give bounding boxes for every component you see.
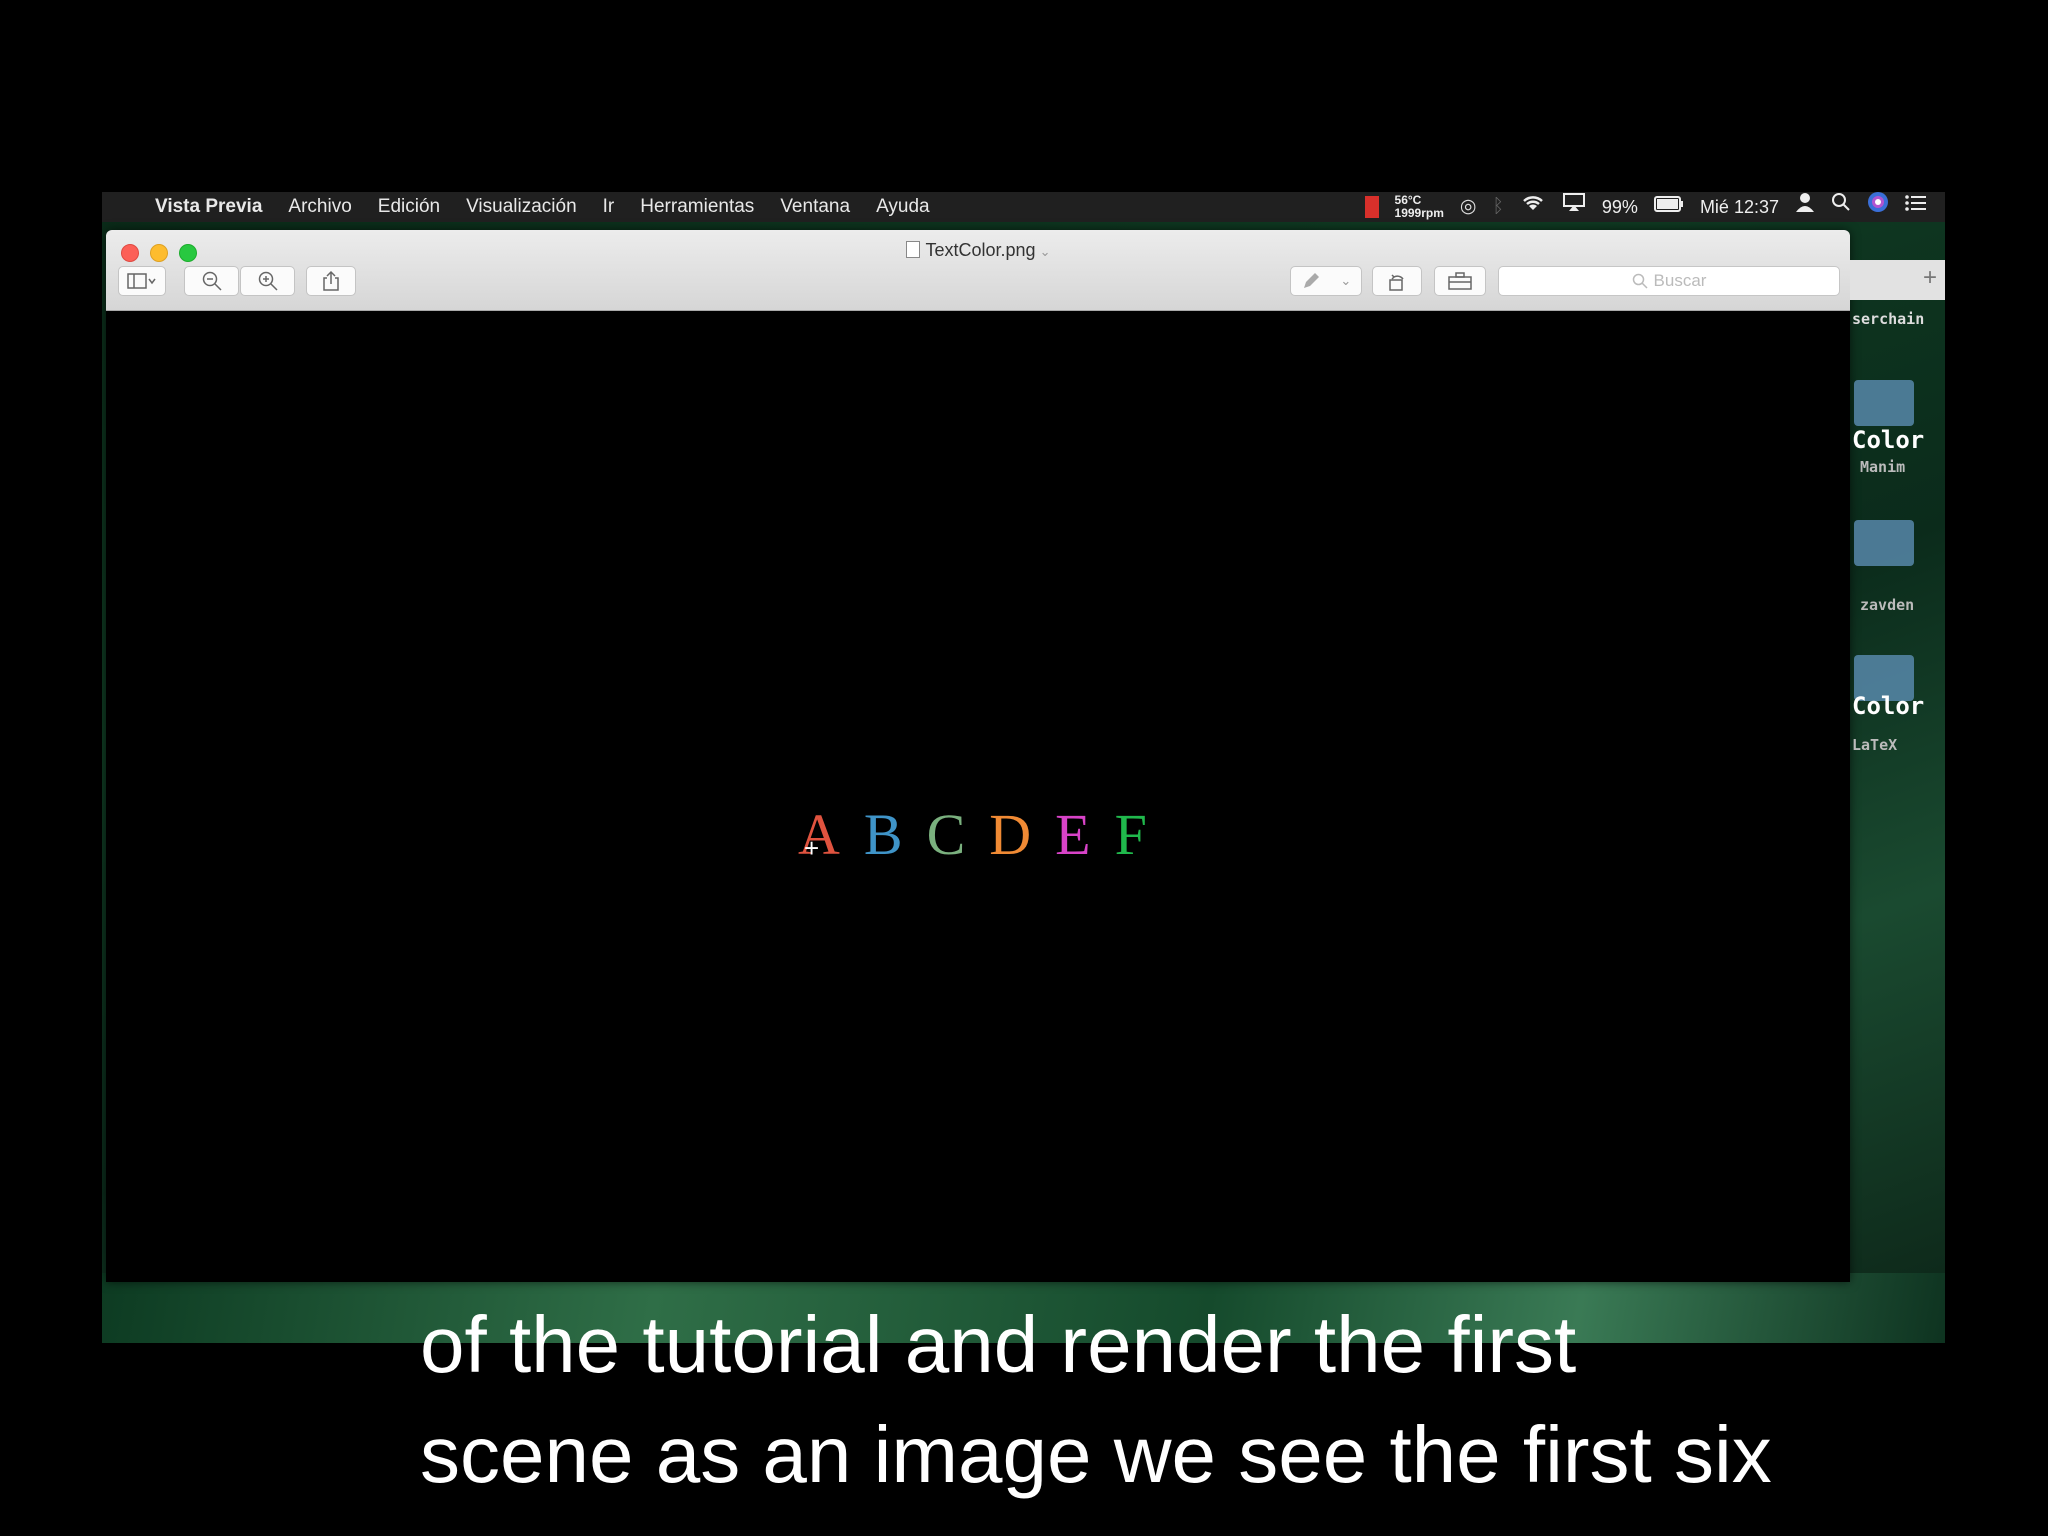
menu-archivo[interactable]: Archivo: [275, 192, 364, 222]
letter-d: D: [989, 802, 1032, 867]
sidebar-icon: [127, 273, 156, 289]
creative-cloud-icon[interactable]: ◎: [1460, 192, 1477, 222]
siri-icon[interactable]: [1867, 192, 1889, 223]
app-menu[interactable]: Vista Previa: [142, 192, 275, 222]
battery-percent[interactable]: 99%: [1602, 197, 1638, 218]
search-field[interactable]: Buscar: [1498, 266, 1840, 296]
desktop-label[interactable]: serchain: [1852, 310, 1924, 328]
menu-herramientas[interactable]: Herramientas: [627, 192, 767, 222]
user-icon[interactable]: [1795, 192, 1815, 222]
rotate-icon: [1389, 274, 1404, 291]
toolbox-button[interactable]: [1434, 266, 1486, 296]
menu-ir[interactable]: Ir: [590, 192, 628, 222]
bluetooth-icon[interactable]: ᛒ: [1493, 192, 1504, 222]
desktop-label[interactable]: Manim: [1860, 458, 1905, 476]
toolbox-icon: [1448, 272, 1472, 290]
zoom-in-button[interactable]: [240, 266, 295, 296]
chevron-down-icon: ⌄: [1039, 244, 1051, 259]
temperature-readout[interactable]: 56°C 1999rpm: [1395, 194, 1444, 220]
airplay-icon[interactable]: [1562, 192, 1586, 222]
rendered-letters: ABCDEF: [798, 801, 1147, 868]
sidebar-toggle-button[interactable]: [118, 266, 166, 296]
letter-e: E: [1055, 802, 1091, 867]
share-icon: [323, 270, 339, 291]
search-icon: [1632, 273, 1648, 289]
zoom-out-button[interactable]: [184, 266, 239, 296]
desktop: Vista Previa Archivo Edición Visualizaci…: [102, 192, 1945, 1343]
menu-edicion[interactable]: Edición: [365, 192, 453, 222]
wifi-icon[interactable]: [1520, 192, 1546, 222]
add-tab-button[interactable]: +: [1850, 260, 1945, 300]
temperature-value: 56°C: [1394, 193, 1422, 207]
desktop-label[interactable]: LaTeX: [1852, 736, 1897, 754]
zoom-in-icon: [258, 271, 278, 291]
status-area: 56°C 1999rpm ◎ ᛒ 99% Mié 12:37: [1364, 192, 1927, 223]
zoom-out-icon: [202, 271, 222, 291]
desktop-label[interactable]: zavden: [1860, 596, 1914, 614]
letter-b: B: [863, 802, 903, 867]
subtitle-line: of the tutorial and render the first: [420, 1300, 1577, 1389]
notification-center-icon[interactable]: [1905, 192, 1927, 222]
subtitle-line: scene as an image we see the first six: [420, 1410, 1772, 1499]
document-icon: [905, 241, 920, 258]
clock[interactable]: Mié 12:37: [1700, 197, 1779, 218]
chevron-down-icon: ⌄: [1340, 273, 1352, 288]
search-placeholder: Buscar: [1653, 271, 1707, 290]
rotate-button[interactable]: [1372, 266, 1422, 296]
markup-pen-button[interactable]: ⌄: [1290, 266, 1362, 296]
menu-ventana[interactable]: Ventana: [767, 192, 863, 222]
share-button[interactable]: [306, 266, 356, 296]
cpu-monitor-icon[interactable]: [1364, 196, 1379, 218]
title-bar: TextColor.png ⌄ ⌄ Buscar: [106, 230, 1850, 311]
menu-visualizacion[interactable]: Visualización: [453, 192, 590, 222]
folder-icon[interactable]: [1854, 520, 1914, 566]
pen-icon: [1303, 273, 1319, 288]
video-subtitles: of the tutorial and render the first sce…: [420, 1290, 1772, 1510]
window-title-text: TextColor.png: [925, 240, 1036, 260]
desktop-label[interactable]: Color: [1852, 692, 1924, 720]
letter-f: F: [1114, 802, 1147, 867]
letter-c: C: [926, 802, 966, 867]
battery-icon[interactable]: [1653, 192, 1684, 222]
crosshair-cursor-icon: +: [804, 833, 820, 863]
folder-icon[interactable]: [1854, 380, 1914, 426]
window-title[interactable]: TextColor.png ⌄: [106, 240, 1850, 261]
spotlight-search-icon[interactable]: [1831, 192, 1851, 222]
menu-bar: Vista Previa Archivo Edición Visualizaci…: [102, 192, 1945, 222]
image-canvas[interactable]: ABCDEF +: [106, 311, 1850, 1282]
preview-window: TextColor.png ⌄ ⌄ Buscar A B C D E F +: [106, 230, 1850, 1282]
background-window-edge: + serchain Color Manim zavden Color LaTe…: [1850, 230, 1945, 1282]
menu-ayuda[interactable]: Ayuda: [863, 192, 943, 222]
fan-speed-value: 1999rpm: [1394, 206, 1444, 220]
desktop-label[interactable]: Color: [1852, 426, 1924, 454]
